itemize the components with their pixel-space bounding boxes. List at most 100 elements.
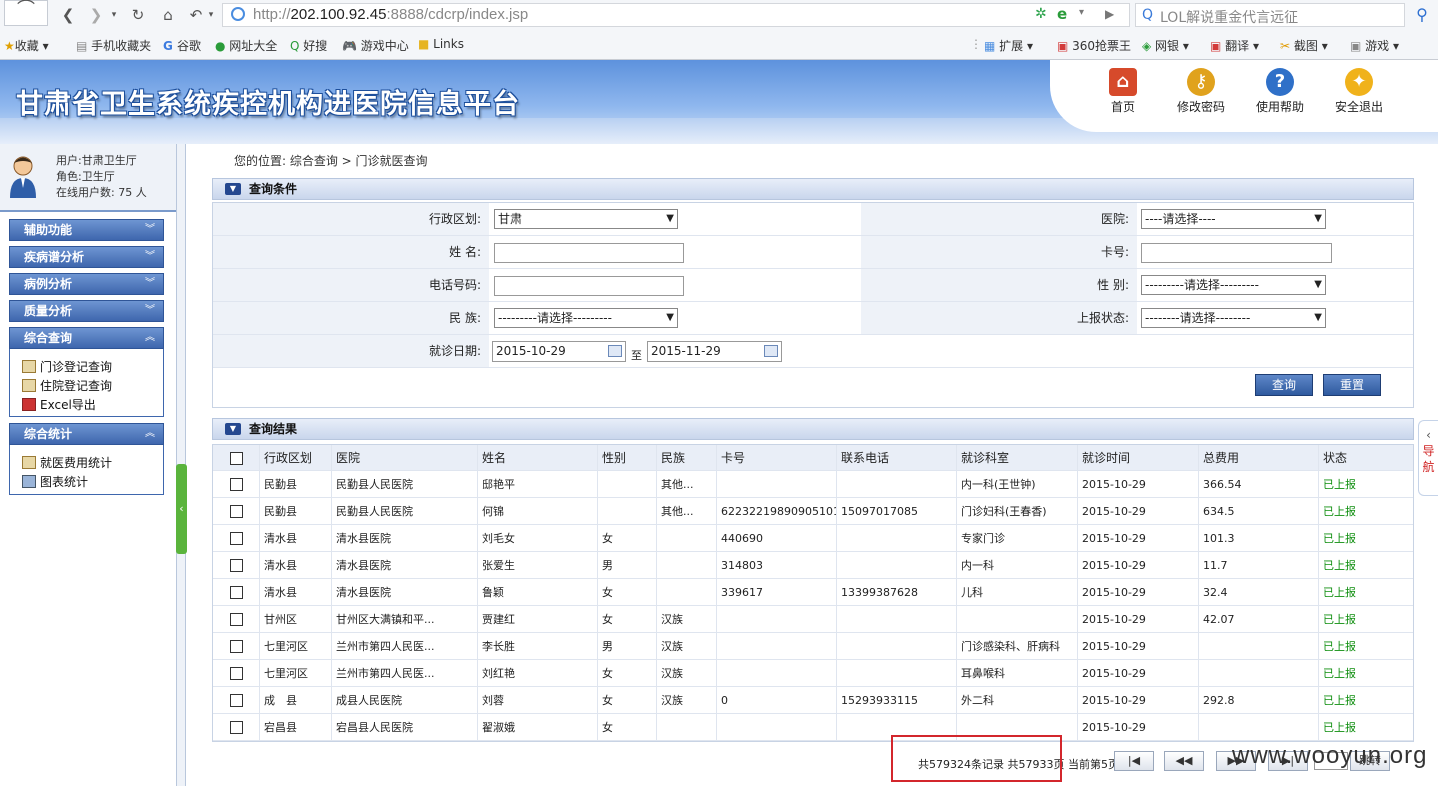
query-panel-header[interactable]: ▼ 查询条件 bbox=[212, 178, 1414, 200]
first-page-button[interactable]: |◀ bbox=[1114, 751, 1154, 771]
nav-logout[interactable]: ✦ 安全退出 bbox=[1324, 68, 1394, 115]
logout-icon: ✦ bbox=[1345, 68, 1373, 96]
row-checkbox[interactable] bbox=[230, 667, 243, 680]
toolbar-grip: ⋮ bbox=[970, 37, 982, 51]
browser-logo-icon[interactable]: ⌒ bbox=[4, 0, 48, 26]
date-to-input[interactable]: 2015-11-29 bbox=[647, 341, 782, 362]
row-checkbox[interactable] bbox=[230, 532, 243, 545]
menu-item-excel-export[interactable]: Excel导出 bbox=[22, 396, 96, 413]
fav-links[interactable]: ■ Links bbox=[418, 37, 464, 51]
row-checkbox[interactable] bbox=[230, 559, 243, 572]
table-cell bbox=[836, 525, 956, 551]
search-suggest-text[interactable]: LOL解说重金代言远征 bbox=[1160, 7, 1298, 27]
home-icon[interactable]: ⌂ bbox=[158, 4, 178, 26]
select-all-checkbox[interactable] bbox=[230, 452, 243, 465]
menu-stats[interactable]: 综合统计 ︽ bbox=[9, 423, 164, 445]
menu-query[interactable]: 综合查询 ︽ bbox=[9, 327, 164, 349]
menu-item-cost-stats[interactable]: 就医费用统计 bbox=[22, 454, 112, 471]
tool-bank[interactable]: ◈ 网银 ▾ bbox=[1142, 37, 1189, 54]
favorites-menu[interactable]: ★收藏 ▾ bbox=[4, 37, 49, 54]
reset-button[interactable]: 重置 bbox=[1323, 374, 1381, 396]
nav-help[interactable]: ? 使用帮助 bbox=[1245, 68, 1315, 115]
refresh-icon[interactable]: ↻ bbox=[128, 4, 148, 26]
history-dropdown-icon[interactable]: ▾ bbox=[108, 4, 120, 26]
row-checkbox[interactable] bbox=[230, 613, 243, 626]
column-header[interactable]: 就诊时间 bbox=[1077, 445, 1198, 470]
name-input[interactable] bbox=[494, 243, 684, 263]
menu-item-inpatient-query[interactable]: 住院登记查询 bbox=[22, 377, 112, 394]
checkbox-cell bbox=[213, 498, 259, 524]
row-checkbox[interactable] bbox=[230, 478, 243, 491]
row-checkbox[interactable] bbox=[230, 505, 243, 518]
calendar-icon[interactable] bbox=[608, 345, 622, 357]
table-cell: 42.07 bbox=[1198, 606, 1318, 632]
column-header[interactable]: 状态 bbox=[1318, 445, 1413, 470]
fav-haosou[interactable]: Q 好搜 bbox=[290, 37, 327, 54]
table-cell: 刘红艳 bbox=[477, 660, 597, 686]
browser-chrome: ⌒ ❮ ❯ ▾ ↻ ⌂ ↶ ▾ http://202.100.92.45:888… bbox=[0, 0, 1438, 60]
nav-change-password[interactable]: ⚷ 修改密码 bbox=[1166, 68, 1236, 115]
column-header[interactable]: 就诊科室 bbox=[956, 445, 1077, 470]
column-header[interactable]: 性别 bbox=[597, 445, 656, 470]
column-header[interactable]: 姓名 bbox=[477, 445, 597, 470]
tool-ticket[interactable]: ▣ 360抢票王 bbox=[1057, 37, 1131, 54]
report-status-select[interactable]: --------请选择-------- ▼ bbox=[1141, 308, 1326, 328]
calendar-icon[interactable] bbox=[764, 345, 778, 357]
menu-aux[interactable]: 辅助功能 ︾ bbox=[9, 219, 164, 241]
menu-quality[interactable]: 质量分析 ︾ bbox=[9, 300, 164, 322]
card-input[interactable] bbox=[1141, 243, 1332, 263]
region-select[interactable]: 甘肃 ▼ bbox=[494, 209, 678, 229]
fav-hao[interactable]: ● 网址大全 bbox=[215, 37, 277, 54]
security-icon[interactable]: ✲ bbox=[1035, 6, 1047, 22]
collapse-icon[interactable]: ▼ bbox=[225, 423, 241, 435]
undo-dropdown-icon[interactable]: ▾ bbox=[205, 4, 217, 26]
row-checkbox[interactable] bbox=[230, 721, 243, 734]
phone-label: 电话号码: bbox=[213, 269, 489, 301]
sidebar-splitter[interactable]: ‹ bbox=[176, 144, 187, 786]
row-checkbox[interactable] bbox=[230, 640, 243, 653]
gender-select[interactable]: ---------请选择--------- ▼ bbox=[1141, 275, 1326, 295]
phone-input[interactable] bbox=[494, 276, 684, 296]
browser-search-box[interactable]: Q LOL解说重金代言远征 bbox=[1135, 3, 1405, 27]
row-checkbox[interactable] bbox=[230, 694, 243, 707]
bookmark-icon[interactable]: ▶ bbox=[1105, 7, 1114, 21]
collapse-icon[interactable]: ▼ bbox=[225, 183, 241, 195]
menu-item-chart-stats[interactable]: 图表统计 bbox=[22, 473, 88, 490]
url-text[interactable]: http://202.100.92.45:8888/cdcrp/index.js… bbox=[253, 6, 528, 23]
tool-translate[interactable]: ▣ 翻译 ▾ bbox=[1210, 37, 1259, 54]
menu-disease[interactable]: 疾病谱分析 ︾ bbox=[9, 246, 164, 268]
row-checkbox[interactable] bbox=[230, 586, 243, 599]
results-panel-header[interactable]: ▼ 查询结果 bbox=[212, 418, 1414, 440]
ie-mode-icon[interactable]: e bbox=[1057, 5, 1067, 23]
fav-mobile[interactable]: ▤ 手机收藏夹 bbox=[76, 37, 151, 54]
ethnic-select[interactable]: ---------请选择--------- ▼ bbox=[494, 308, 678, 328]
forward-icon[interactable]: ❯ bbox=[86, 4, 106, 26]
search-engine-icon[interactable]: Q bbox=[1142, 7, 1153, 23]
column-header[interactable]: 医院 bbox=[331, 445, 477, 470]
column-header[interactable]: 联系电话 bbox=[836, 445, 956, 470]
tool-games[interactable]: ▣ 游戏 ▾ bbox=[1350, 37, 1399, 54]
date-from-input[interactable]: 2015-10-29 bbox=[492, 341, 626, 362]
undo-icon[interactable]: ↶ bbox=[186, 4, 206, 26]
prev-page-button[interactable]: ◀◀ bbox=[1164, 751, 1204, 771]
column-header[interactable]: 卡号 bbox=[716, 445, 836, 470]
side-nav-tab[interactable]: ‹ 导 航 bbox=[1418, 420, 1438, 496]
column-header[interactable]: 总费用 bbox=[1198, 445, 1318, 470]
key-icon: ⚷ bbox=[1187, 68, 1215, 96]
tool-screenshot[interactable]: ✂ 截图 ▾ bbox=[1280, 37, 1328, 54]
hospital-select[interactable]: ----请选择---- ▼ bbox=[1141, 209, 1326, 229]
table-cell: 清水县医院 bbox=[331, 525, 477, 551]
back-icon[interactable]: ❮ bbox=[58, 4, 78, 26]
tool-extensions[interactable]: ▦ 扩展 ▾ bbox=[984, 37, 1033, 54]
fav-games[interactable]: 🎮 游戏中心 bbox=[342, 37, 409, 54]
search-icon[interactable]: ⚲ bbox=[1410, 4, 1434, 26]
nav-home[interactable]: ⌂ 首页 bbox=[1088, 68, 1158, 115]
fav-google[interactable]: G 谷歌 bbox=[163, 37, 201, 54]
menu-case[interactable]: 病例分析 ︾ bbox=[9, 273, 164, 295]
menu-item-outpatient-query[interactable]: 门诊登记查询 bbox=[22, 358, 112, 375]
address-bar[interactable]: http://202.100.92.45:8888/cdcrp/index.js… bbox=[222, 3, 1130, 27]
column-header[interactable]: 行政区划 bbox=[259, 445, 331, 470]
mode-dropdown-icon[interactable]: ▾ bbox=[1079, 7, 1084, 18]
column-header[interactable]: 民族 bbox=[656, 445, 716, 470]
search-button[interactable]: 查询 bbox=[1255, 374, 1313, 396]
